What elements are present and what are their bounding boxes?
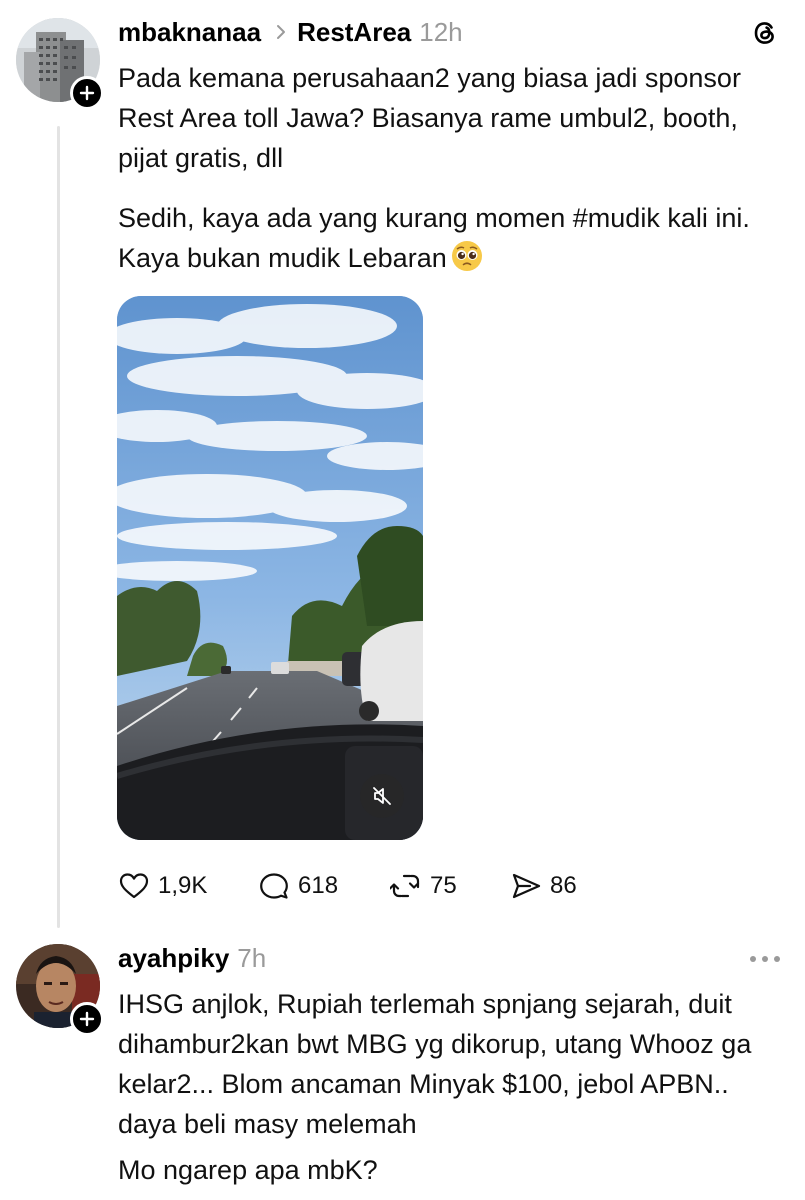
username[interactable]: mbaknanaa: [118, 16, 261, 48]
topic-tag[interactable]: RestArea: [297, 16, 411, 48]
share-count: 86: [550, 872, 577, 899]
send-icon: [510, 870, 542, 902]
post-text-2-body: Sedih, kaya ada yang kurang momen #mudik…: [118, 203, 750, 273]
repost-arrows-icon: [390, 870, 422, 902]
repost-button[interactable]: 75: [390, 866, 457, 906]
reply-button[interactable]: 618: [258, 866, 338, 906]
timestamp: 12h: [419, 17, 463, 47]
threads-logo-icon[interactable]: [750, 18, 780, 48]
reply-text-2: Mo ngarep apa mbK?: [118, 1155, 378, 1185]
plus-icon: [79, 85, 95, 101]
post-text: Pada kemana perusahaan2 yang biasa jadi …: [118, 63, 741, 173]
heart-icon: [118, 870, 150, 902]
speaker-muted-icon: [371, 785, 393, 807]
like-count: 1,9K: [158, 872, 208, 899]
mute-toggle-button[interactable]: [360, 774, 404, 818]
repost-count: 75: [430, 872, 457, 899]
thread-connector-line: [57, 126, 60, 928]
reply-username[interactable]: ayahpiky: [118, 942, 229, 974]
reply-count: 618: [298, 872, 339, 899]
share-button[interactable]: 86: [510, 866, 577, 906]
follow-button[interactable]: [70, 1002, 104, 1036]
like-button[interactable]: 1,9K: [118, 866, 207, 906]
pleading-face-emoji: [451, 240, 483, 272]
post-header: mbaknanaa RestArea 12h: [118, 16, 463, 48]
plus-icon: [79, 1011, 95, 1027]
follow-button[interactable]: [70, 76, 104, 110]
comment-bubble-icon: [258, 870, 290, 902]
video-player[interactable]: [117, 296, 423, 840]
reply-header: ayahpiky 7h: [118, 942, 266, 974]
post-text-2: Sedih, kaya ada yang kurang momen #mudik…: [118, 198, 788, 278]
chevron-right-icon: [275, 24, 287, 40]
reply-text: IHSG anjlok, Rupiah terlemah spnjang sej…: [118, 989, 752, 1139]
reply-timestamp: 7h: [237, 943, 267, 973]
more-options-icon[interactable]: [748, 952, 782, 966]
